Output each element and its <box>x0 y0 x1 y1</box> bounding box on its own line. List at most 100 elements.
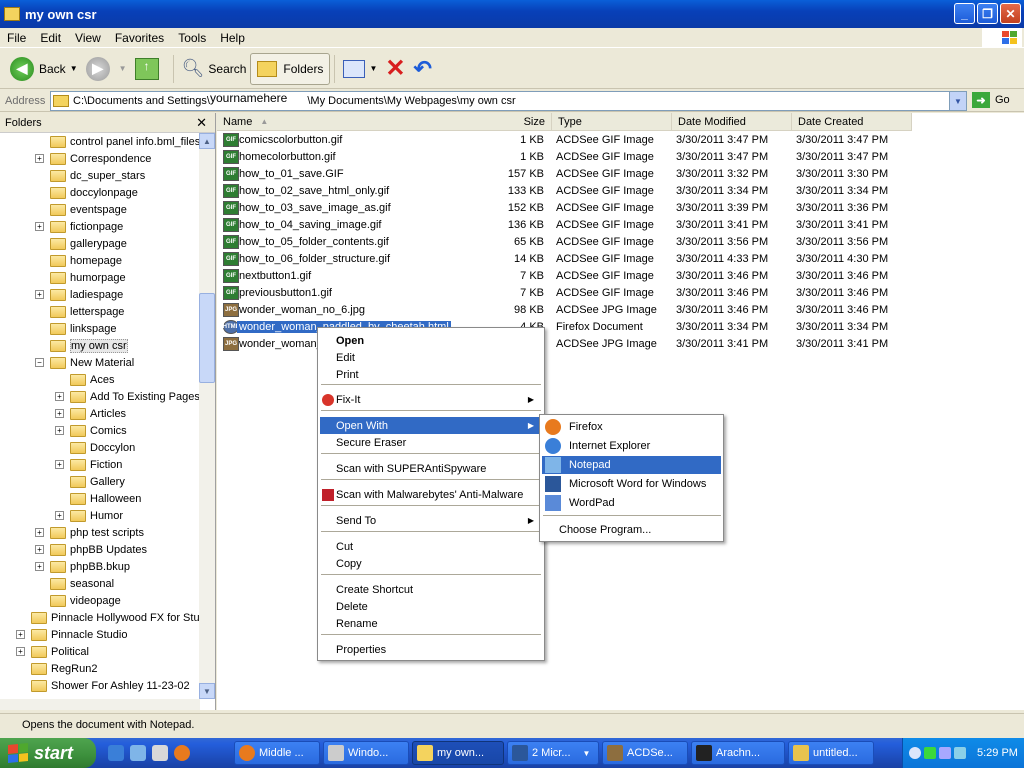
file-row[interactable]: GIF nextbutton1.gif 7 KB ACDSee GIF Image 3/… <box>217 268 897 285</box>
column-header-size[interactable]: Size <box>457 113 552 131</box>
settings-icon[interactable] <box>152 745 168 761</box>
tree-item[interactable]: eventspage <box>50 201 127 218</box>
open-with-choose-program[interactable]: Choose Program... <box>542 521 721 539</box>
file-row[interactable]: JPG wonder_woman_no_6.jpg 98 KB ACDSee JPG … <box>217 302 897 319</box>
file-row[interactable]: GIF comicscolorbutton.gif 1 KB ACDSee GIF I… <box>217 132 897 149</box>
tree-item[interactable]: Halloween <box>70 490 141 507</box>
menu-favorites[interactable]: Favorites <box>108 31 171 45</box>
tree-item[interactable]: Aces <box>70 371 114 388</box>
context-menu-scan-superantispyware[interactable]: Scan with SUPERAntiSpyware <box>320 460 542 477</box>
tree-item[interactable]: control panel info.bml_files <box>50 133 200 150</box>
file-row[interactable]: GIF how_to_03_save_image_as.gif 152 KB ACDS… <box>217 200 897 217</box>
close-button[interactable]: ✕ <box>1000 3 1021 24</box>
tree-item[interactable]: dc_super_stars <box>50 167 145 184</box>
views-button[interactable]: ▼ <box>339 53 381 85</box>
expand-icon[interactable]: + <box>35 222 44 231</box>
tree-item[interactable]: + Fiction <box>55 456 122 473</box>
expand-icon[interactable]: + <box>55 392 64 401</box>
security-icon[interactable] <box>924 747 936 759</box>
firefox-icon[interactable] <box>174 745 190 761</box>
minimize-button[interactable]: _ <box>954 3 975 24</box>
chevron-down-icon[interactable]: ▼ <box>949 92 966 110</box>
context-menu-properties[interactable]: Properties <box>320 641 542 658</box>
menu-file[interactable]: File <box>0 31 33 45</box>
undo-button[interactable]: ↶ <box>409 53 435 85</box>
task-acdsee[interactable]: ACDSe... <box>602 741 688 765</box>
scroll-up-icon[interactable]: ▲ <box>199 133 215 149</box>
folders-button[interactable]: Folders <box>250 52 331 85</box>
open-with-internet-explorer[interactable]: Internet Explorer <box>542 437 721 455</box>
tree-item[interactable]: videopage <box>50 592 121 609</box>
tree-item[interactable]: seasonal <box>50 575 114 592</box>
file-row[interactable]: GIF how_to_01_save.GIF 157 KB ACDSee GIF Im… <box>217 166 897 183</box>
context-menu-send-to[interactable]: Send To ▶ <box>320 512 542 529</box>
expand-icon[interactable]: + <box>55 460 64 469</box>
tree-item[interactable]: Pinnacle Hollywood FX for Studio <box>31 609 214 626</box>
tree-item[interactable]: Shower For Ashley 11-23-02 <box>31 677 190 694</box>
internet-explorer-icon[interactable] <box>108 745 124 761</box>
tree-item[interactable]: + Pinnacle Studio <box>16 626 127 643</box>
tree-item[interactable]: + php test scripts <box>35 524 144 541</box>
context-menu-secure-eraser[interactable]: Secure Eraser <box>320 434 542 451</box>
tree-item[interactable]: my own csr <box>50 337 128 354</box>
task-middle[interactable]: Middle ... <box>234 741 320 765</box>
context-menu-cut[interactable]: Cut <box>320 538 542 555</box>
scroll-down-icon[interactable]: ▼ <box>199 683 215 699</box>
expand-icon[interactable]: + <box>16 630 25 639</box>
tree-item[interactable]: + phpBB.bkup <box>35 558 130 575</box>
tree-item[interactable]: + ladiespage <box>35 286 123 303</box>
tree-item[interactable]: + Humor <box>55 507 123 524</box>
expand-icon[interactable]: + <box>35 154 44 163</box>
tree-item[interactable]: humorpage <box>50 269 126 286</box>
tree-item[interactable]: + Comics <box>55 422 127 439</box>
context-menu-edit[interactable]: Edit <box>320 349 542 366</box>
expand-icon[interactable]: + <box>35 545 44 554</box>
tree-item[interactable]: linkspage <box>50 320 116 337</box>
context-menu-open-with[interactable]: Open With ▶ <box>320 417 542 434</box>
column-header-date-created[interactable]: Date Created <box>792 113 912 131</box>
tree-item[interactable]: gallerypage <box>50 235 127 252</box>
up-folder-button[interactable]: ↑ <box>131 53 169 85</box>
menu-edit[interactable]: Edit <box>33 31 68 45</box>
file-row[interactable]: GIF homecolorbutton.gif 1 KB ACDSee GIF Ima… <box>217 149 897 166</box>
dropdown-arrow-icon[interactable]: ▼ <box>119 64 127 73</box>
file-row[interactable]: GIF how_to_02_save_html_only.gif 133 KB ACD… <box>217 183 897 200</box>
file-row[interactable]: GIF how_to_05_folder_contents.gif 65 KB ACD… <box>217 234 897 251</box>
tree-item[interactable]: Doccylon <box>70 439 135 456</box>
tree-item[interactable]: doccylonpage <box>50 184 138 201</box>
context-menu-scan-malwarebytes[interactable]: Scan with Malwarebytes' Anti-Malware <box>320 486 542 503</box>
menu-help[interactable]: Help <box>213 31 252 45</box>
open-with-wordpad[interactable]: WordPad <box>542 494 721 512</box>
expand-icon[interactable]: + <box>35 562 44 571</box>
scroll-thumb[interactable] <box>199 293 215 383</box>
tree-item[interactable]: letterspage <box>50 303 124 320</box>
open-with-firefox[interactable]: Firefox <box>542 418 721 436</box>
tree-item[interactable]: + Correspondence <box>35 150 151 167</box>
context-menu-print[interactable]: Print <box>320 366 542 383</box>
delete-button[interactable]: ✕ <box>381 53 409 85</box>
task-windows[interactable]: Windo... <box>323 741 409 765</box>
tree-item[interactable]: + phpBB Updates <box>35 541 147 558</box>
file-row[interactable]: GIF how_to_04_saving_image.gif 136 KB ACDSe… <box>217 217 897 234</box>
open-with-microsoft-word[interactable]: Microsoft Word for Windows <box>542 475 721 493</box>
collapse-icon[interactable]: − <box>35 358 44 367</box>
tree-item[interactable]: + Political <box>16 643 89 660</box>
context-menu-open[interactable]: Open <box>320 332 542 349</box>
close-icon[interactable]: ✕ <box>196 115 207 131</box>
context-menu-create-shortcut[interactable]: Create Shortcut <box>320 581 542 598</box>
network-icon[interactable] <box>939 747 951 759</box>
task-my-own-csr[interactable]: my own... <box>412 741 504 765</box>
expand-icon[interactable]: + <box>55 409 64 418</box>
context-menu-copy[interactable]: Copy <box>320 555 542 572</box>
expand-icon[interactable]: + <box>35 290 44 299</box>
tray-expand-icon[interactable] <box>909 747 921 759</box>
maximize-button[interactable]: ❐ <box>977 3 998 24</box>
volume-icon[interactable] <box>954 747 966 759</box>
start-button[interactable]: start <box>0 738 96 768</box>
clock[interactable]: 5:29 PM <box>977 747 1018 759</box>
column-header-date-modified[interactable]: Date Modified <box>672 113 792 131</box>
task-microsoft-word[interactable]: 2 Micr... ▼ <box>507 741 599 765</box>
column-header-type[interactable]: Type <box>552 113 672 131</box>
open-with-notepad[interactable]: Notepad <box>542 456 721 474</box>
tree-item[interactable]: homepage <box>50 252 122 269</box>
